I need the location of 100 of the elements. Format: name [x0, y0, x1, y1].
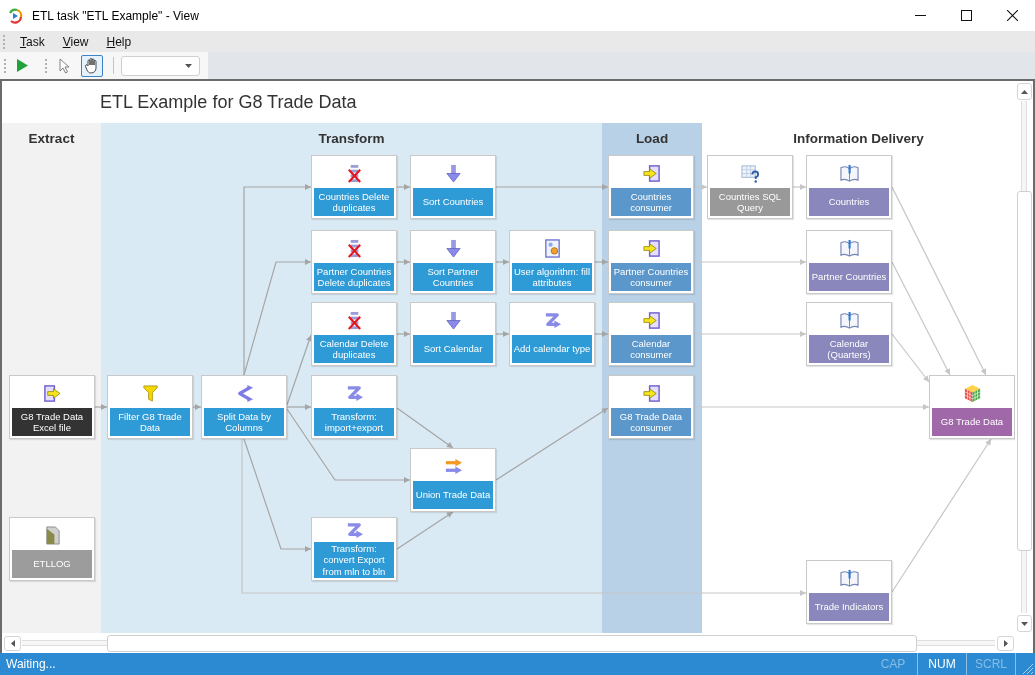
book-icon: [839, 310, 859, 330]
flow-node[interactable]: ETLLOG: [9, 517, 95, 581]
diagram-title: ETL Example for G8 Trade Data: [100, 91, 357, 113]
connector-arrow: [792, 184, 807, 190]
node-label: Calendar Delete duplicates: [314, 335, 394, 363]
flow-node[interactable]: Partner Countries Delete duplicates: [311, 230, 397, 294]
caret-up-icon: [1020, 89, 1028, 94]
flow-node[interactable]: Calendar (Quarters): [806, 302, 892, 366]
node-label: Calendar consumer: [611, 335, 691, 363]
flow-node[interactable]: Sort Calendar: [410, 302, 496, 366]
scrollbar-thumb[interactable]: [1016, 191, 1032, 551]
flow-node[interactable]: G8 Trade Data Excel file: [9, 375, 95, 439]
cube-icon: [962, 383, 982, 403]
flow-node[interactable]: Split Data by Columns: [201, 375, 287, 439]
horizontal-scrollbar[interactable]: [2, 633, 1015, 653]
flow-node[interactable]: G8 Trade Data: [929, 375, 1015, 439]
caret-right-icon: [1003, 639, 1008, 647]
funnel-icon: [140, 383, 160, 403]
hand-tool-button[interactable]: [81, 54, 103, 77]
flow-node[interactable]: Countries SQL Query: [707, 155, 793, 219]
scrollbar-thumb[interactable]: [107, 634, 917, 652]
flow-node[interactable]: G8 Trade Data consumer: [608, 375, 694, 439]
lane-title: Information Delivery: [793, 131, 924, 146]
flow-node[interactable]: Countries consumer: [608, 155, 694, 219]
connector-arrow: [396, 331, 411, 337]
flow-node[interactable]: Sort Partner Countries: [410, 230, 496, 294]
scroll-down-button[interactable]: [1016, 615, 1032, 632]
resize-grip-icon[interactable]: [1022, 662, 1033, 674]
node-label: ETLLOG: [12, 550, 92, 578]
caret-icon: [185, 63, 192, 68]
node-label: G8 Trade Data Excel file: [12, 408, 92, 436]
flow-node[interactable]: Countries Delete duplicates: [311, 155, 397, 219]
flow-node[interactable]: Partner Countries: [806, 230, 892, 294]
flow-node[interactable]: Union Trade Data: [410, 448, 496, 512]
menu-item[interactable]: View: [55, 32, 96, 51]
node-label: Union Trade Data: [413, 481, 493, 509]
connector-arrow: [693, 184, 708, 190]
arrow-in-box-icon: [641, 163, 661, 183]
status-indicator: SCRL: [967, 653, 1016, 675]
book-icon: [839, 238, 859, 258]
node-label: Countries consumer: [611, 188, 691, 216]
node-label: User algorithm: fill attributes: [512, 263, 592, 291]
arrow-in-box-icon: [641, 238, 661, 258]
document-gear-icon: [542, 238, 562, 258]
status-indicator: NUM: [918, 653, 967, 675]
flow-node[interactable]: Calendar consumer: [608, 302, 694, 366]
node-label: Partner Countries consumer: [611, 263, 691, 291]
connector-arrow: [94, 404, 108, 410]
node-label: Add calendar type: [512, 335, 592, 363]
connector-arrow: [396, 259, 411, 265]
down-arrow-icon: [443, 163, 463, 183]
arrow-out-box-icon: [42, 383, 62, 403]
pointer-icon: [58, 57, 70, 74]
flow-node[interactable]: Sort Countries: [410, 155, 496, 219]
vertical-scrollbar[interactable]: [1015, 81, 1033, 633]
node-label: Partner Countries Delete duplicates: [314, 263, 394, 291]
flow-node[interactable]: Transform: import+export: [311, 375, 397, 439]
flow-node[interactable]: Countries: [806, 155, 892, 219]
flow-node[interactable]: Calendar Delete duplicates: [311, 302, 397, 366]
caret-left-icon: [10, 639, 15, 647]
scroll-right-button[interactable]: [997, 635, 1014, 651]
node-label: Trade Indicators: [809, 593, 889, 621]
node-label: Split Data by Columns: [204, 408, 284, 436]
scroll-up-button[interactable]: [1016, 83, 1032, 100]
flow-node[interactable]: User algorithm: fill attributes: [509, 230, 595, 294]
menu-item[interactable]: Task: [13, 32, 52, 51]
caret-down-icon: [1020, 621, 1028, 626]
node-label: Calendar (Quarters): [809, 335, 889, 363]
book-icon: [839, 163, 859, 183]
book-icon: [839, 568, 859, 588]
close-icon: [1006, 10, 1018, 21]
node-label: Filter G8 Trade Data: [110, 408, 190, 436]
flow-node[interactable]: Transform: convert Export from mln to bln: [311, 517, 397, 581]
flow-node[interactable]: Filter G8 Trade Data: [107, 375, 193, 439]
node-label: Transform: import+export: [314, 408, 394, 436]
node-label: Countries: [809, 188, 889, 216]
node-label: Sort Calendar: [413, 335, 493, 363]
flow-node[interactable]: Partner Countries consumer: [608, 230, 694, 294]
lane-title: Load: [635, 131, 669, 146]
minimize-icon: [914, 15, 926, 16]
connector-arrow: [594, 259, 609, 265]
node-label: Transform: convert Export from mln to bln: [314, 541, 394, 578]
table-question-icon: [740, 163, 760, 183]
node-label: Countries SQL Query: [710, 188, 790, 216]
flow-node[interactable]: Trade Indicators: [806, 560, 892, 624]
menu-item[interactable]: Help: [99, 32, 139, 51]
down-arrow-icon: [443, 310, 463, 330]
app-logo-icon: [7, 7, 23, 24]
arrow-in-box-icon: [641, 383, 661, 403]
connector-arrow: [396, 184, 411, 190]
dropdown-field[interactable]: [121, 55, 200, 76]
flow-node[interactable]: Add calendar type: [509, 302, 595, 366]
node-label: G8 Trade Data: [932, 408, 1012, 436]
lane-title: Transform: [318, 131, 385, 146]
hand-icon: [84, 57, 100, 74]
scroll-left-button[interactable]: [4, 635, 21, 651]
node-label: Partner Countries: [809, 263, 889, 291]
connector-arrow: [594, 331, 609, 337]
play-icon: [16, 59, 28, 72]
arrow-in-box-icon: [641, 310, 661, 330]
